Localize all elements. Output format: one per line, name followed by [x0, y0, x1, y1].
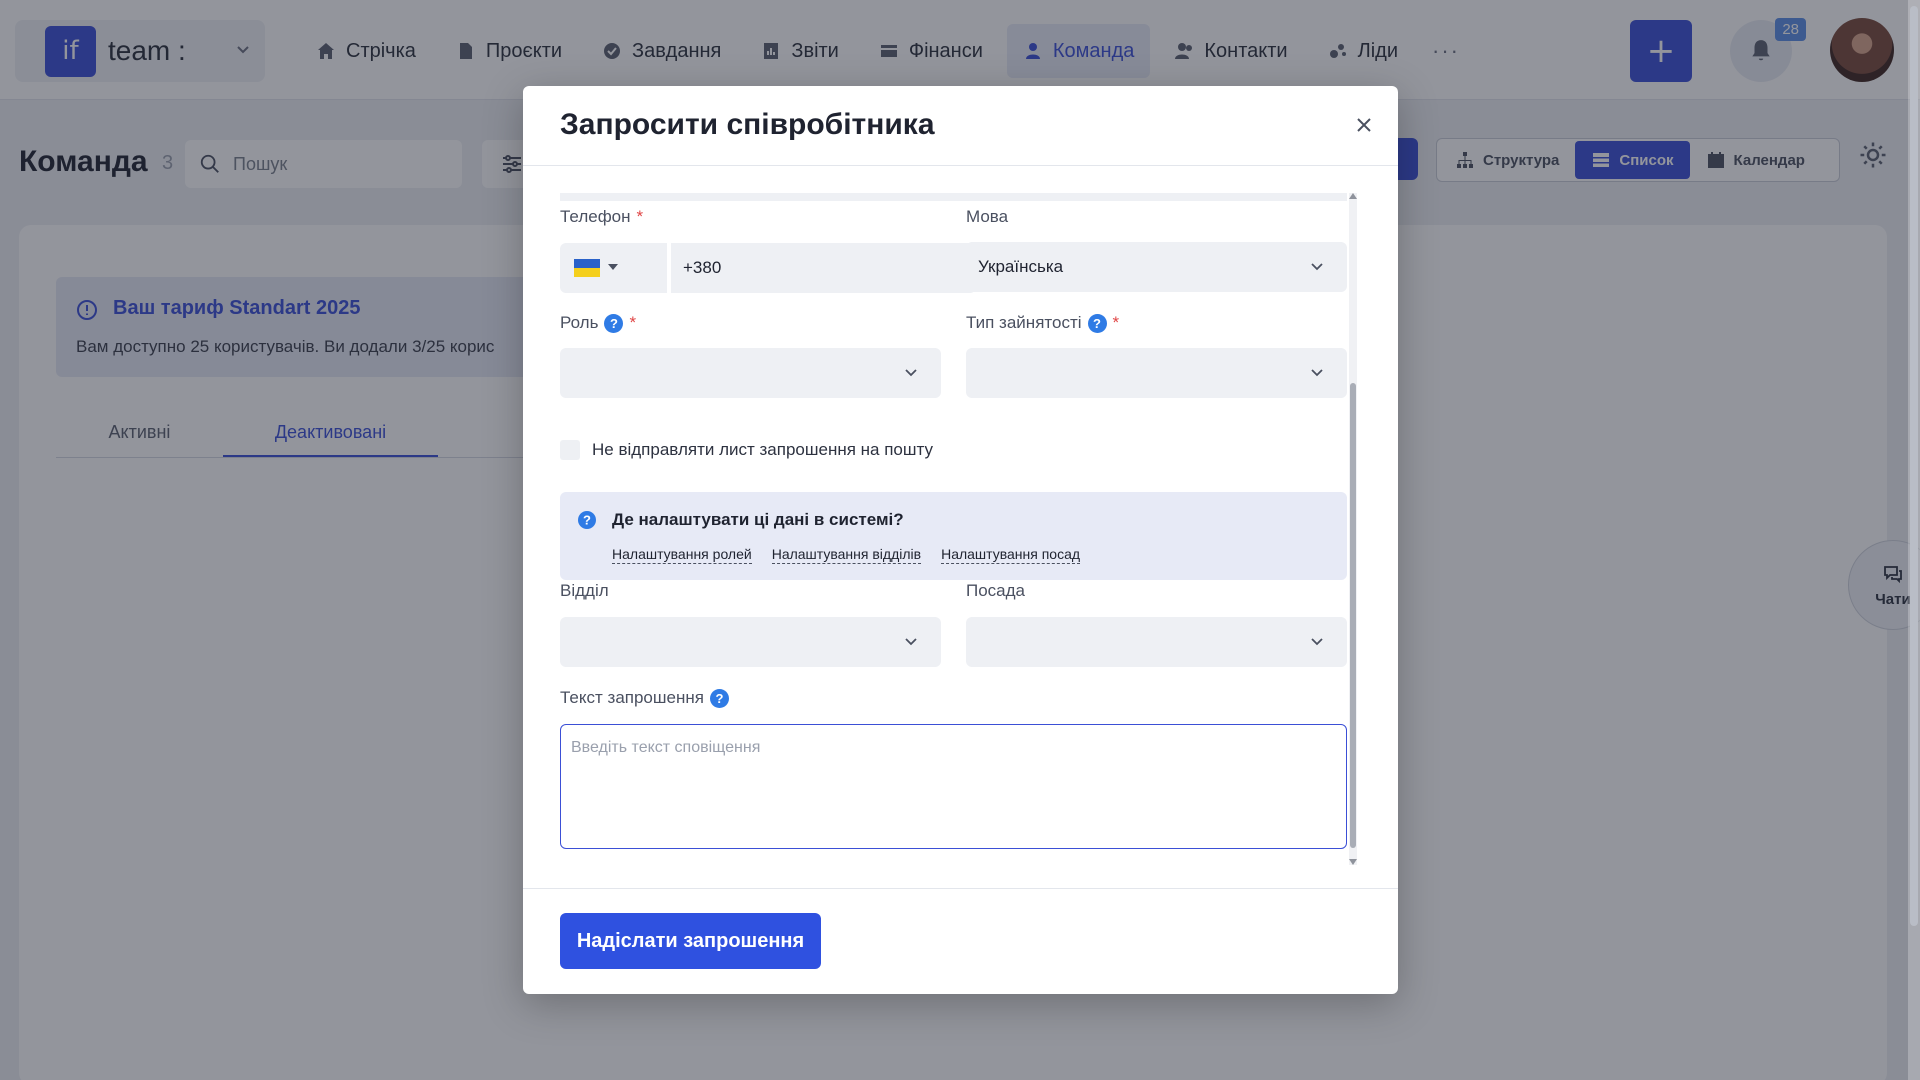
required-marker: * [629, 313, 637, 332]
invite-text-label-text: Текст запрошення [560, 688, 704, 707]
language-value: Українська [978, 257, 1064, 276]
invite-text-textarea[interactable]: Введіть текст сповіщення [560, 724, 1347, 849]
country-code-select[interactable] [560, 243, 667, 293]
svg-text:?: ? [583, 513, 591, 528]
page-scrollbar-thumb[interactable] [1910, 6, 1918, 926]
department-label: Відділ [560, 581, 609, 601]
role-label-text: Роль [560, 313, 599, 332]
required-marker: * [636, 207, 644, 226]
departments-settings-link[interactable]: Налаштування відділів [771, 546, 922, 564]
chevron-down-icon [905, 638, 917, 646]
no-email-option: Не відправляти лист запрошення на пошту [560, 440, 933, 460]
send-invitation-button[interactable]: Надіслати запрошення [560, 913, 821, 969]
help-icon[interactable]: ? [709, 688, 729, 708]
language-label-text: Мова [966, 207, 1009, 226]
ukraine-flag-icon [574, 259, 600, 277]
language-label: Мова [966, 207, 1008, 227]
no-email-label[interactable]: Не відправляти лист запрошення на пошту [592, 440, 933, 460]
chevron-down-icon [1311, 369, 1323, 377]
phone-field: +380 [560, 243, 976, 293]
settings-links: Налаштування ролей Налаштування відділів… [612, 546, 1081, 564]
settings-info-box: ? Де налаштувати ці дані в системі? Нала… [560, 492, 1347, 580]
department-label-text: Відділ [560, 581, 609, 600]
modal-body: Телефон * +380 Мова Українська Роль ? * [523, 167, 1398, 887]
modal-scrollbar[interactable] [1347, 193, 1359, 865]
phone-value: +380 [683, 258, 722, 277]
modal-header: Запросити співробітника [523, 86, 1398, 166]
invite-text-placeholder: Введіть текст сповіщення [571, 739, 761, 756]
page-scrollbar[interactable] [1908, 0, 1920, 1080]
phone-label-text: Телефон [560, 207, 631, 226]
help-icon[interactable]: ? [1087, 313, 1107, 333]
positions-settings-link[interactable]: Налаштування посад [941, 546, 1081, 564]
caret-down-icon [608, 264, 618, 270]
role-label: Роль ? * [560, 313, 636, 333]
employment-type-label-text: Тип зайнятості [966, 313, 1082, 332]
language-select[interactable]: Українська [966, 242, 1347, 292]
role-select[interactable] [560, 348, 941, 398]
info-title: Де налаштувати ці дані в системі? [612, 510, 904, 529]
employment-type-label: Тип зайнятості ? * [966, 313, 1119, 333]
position-label-text: Посада [966, 581, 1026, 600]
department-select[interactable] [560, 617, 941, 667]
modal-footer: Надіслати запрошення [523, 888, 1398, 994]
scroll-up-arrow-icon[interactable] [1349, 193, 1357, 199]
employment-type-select[interactable] [966, 348, 1347, 398]
required-marker: * [1112, 313, 1120, 332]
scroll-down-arrow-icon[interactable] [1349, 859, 1357, 865]
modal-scrollbar-thumb[interactable] [1350, 383, 1356, 848]
chevron-down-icon [1311, 638, 1323, 646]
previous-field-edge [560, 193, 1347, 201]
phone-label: Телефон * [560, 207, 643, 227]
chevron-down-icon [905, 369, 917, 377]
phone-input[interactable]: +380 [669, 243, 976, 293]
position-select[interactable] [966, 617, 1347, 667]
question-circle-icon: ? [578, 511, 596, 529]
invite-employee-modal: Запросити співробітника Телефон * +380 М… [523, 86, 1398, 994]
invite-text-label: Текст запрошення ? [560, 688, 729, 708]
help-icon[interactable]: ? [604, 313, 624, 333]
no-email-checkbox[interactable] [560, 440, 580, 460]
modal-title: Запросити співробітника [560, 108, 935, 141]
chevron-down-icon [1311, 263, 1323, 271]
position-label: Посада [966, 581, 1025, 601]
close-icon[interactable] [1351, 112, 1377, 138]
roles-settings-link[interactable]: Налаштування ролей [612, 546, 752, 564]
